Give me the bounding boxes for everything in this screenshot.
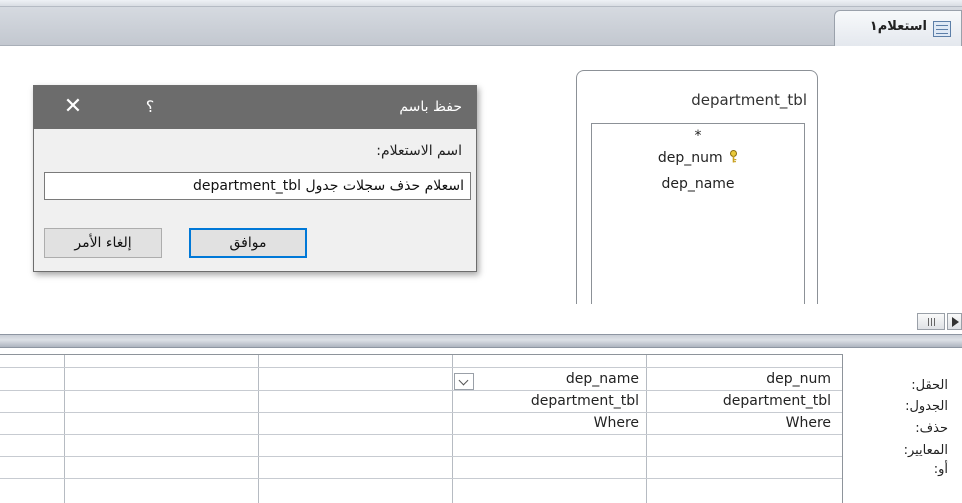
dialog-titlebar[interactable]: حفظ باسم ؟ ✕ xyxy=(34,86,476,129)
all-fields-item[interactable]: * xyxy=(592,128,804,144)
tab-query1-label: استعلام١ xyxy=(869,19,927,34)
row-label-field: الحقل: xyxy=(911,378,948,393)
design-horizontal-scrollbar[interactable] xyxy=(0,304,962,334)
dialog-title: حفظ باسم xyxy=(399,99,462,115)
field-item-dep-num[interactable]: dep_num xyxy=(592,150,804,166)
scroll-right-arrow-icon[interactable] xyxy=(947,313,962,330)
grid-cell-delete[interactable]: Where xyxy=(453,413,645,433)
document-tab-bar: استعلام١ xyxy=(0,0,962,46)
row-divider xyxy=(0,434,842,435)
row-divider xyxy=(0,456,842,457)
table-fields-listbox[interactable]: * dep_num dep_name xyxy=(591,123,805,305)
column-divider xyxy=(258,355,259,503)
key-icon xyxy=(730,150,738,163)
help-icon[interactable]: ؟ xyxy=(140,96,160,118)
row-label-table: الجدول: xyxy=(905,399,948,414)
tab-query1[interactable]: استعلام١ xyxy=(834,10,962,46)
chevron-down-icon[interactable] xyxy=(454,373,474,390)
table-title[interactable]: department_tbl xyxy=(691,91,807,109)
query-icon xyxy=(933,21,951,37)
grid-cell-table[interactable]: department_tbl xyxy=(453,391,645,411)
table-field-list[interactable]: department_tbl * dep_num dep_name xyxy=(576,70,818,305)
cancel-button[interactable]: إلغاء الأمر xyxy=(44,228,162,258)
ok-button[interactable]: موافق xyxy=(189,228,307,258)
grid-cell-table[interactable]: department_tbl xyxy=(647,391,837,411)
row-label-criteria: المعايير: xyxy=(903,443,948,458)
save-as-dialog: حفظ باسم ؟ ✕ اسم الاستعلام: موافق إلغاء … xyxy=(33,85,477,272)
query-name-input[interactable] xyxy=(44,172,471,200)
field-item-label: dep_num xyxy=(657,150,723,166)
row-label-delete: حذف: xyxy=(915,421,948,436)
grid-row-headers: الحقل: الجدول: حذف: المعايير: أو: xyxy=(842,354,962,503)
grid-cell-field[interactable]: dep_name xyxy=(476,369,645,389)
query-design-grid[interactable]: dep_num department_tbl Where dep_name de… xyxy=(0,348,962,503)
row-divider xyxy=(0,367,842,368)
pane-splitter[interactable] xyxy=(0,334,962,348)
row-label-or: أو: xyxy=(933,462,948,477)
row-divider xyxy=(0,478,842,479)
grid-cell-field[interactable]: dep_num xyxy=(647,369,837,389)
grid-cells: dep_num department_tbl Where dep_name de… xyxy=(0,354,842,503)
close-icon[interactable]: ✕ xyxy=(62,96,84,118)
scrollbar-thumb[interactable] xyxy=(917,313,945,330)
query-name-label: اسم الاستعلام: xyxy=(376,143,462,159)
grid-cell-delete[interactable]: Where xyxy=(647,413,837,433)
column-divider xyxy=(64,355,65,503)
field-item-dep-name[interactable]: dep_name xyxy=(592,176,804,192)
